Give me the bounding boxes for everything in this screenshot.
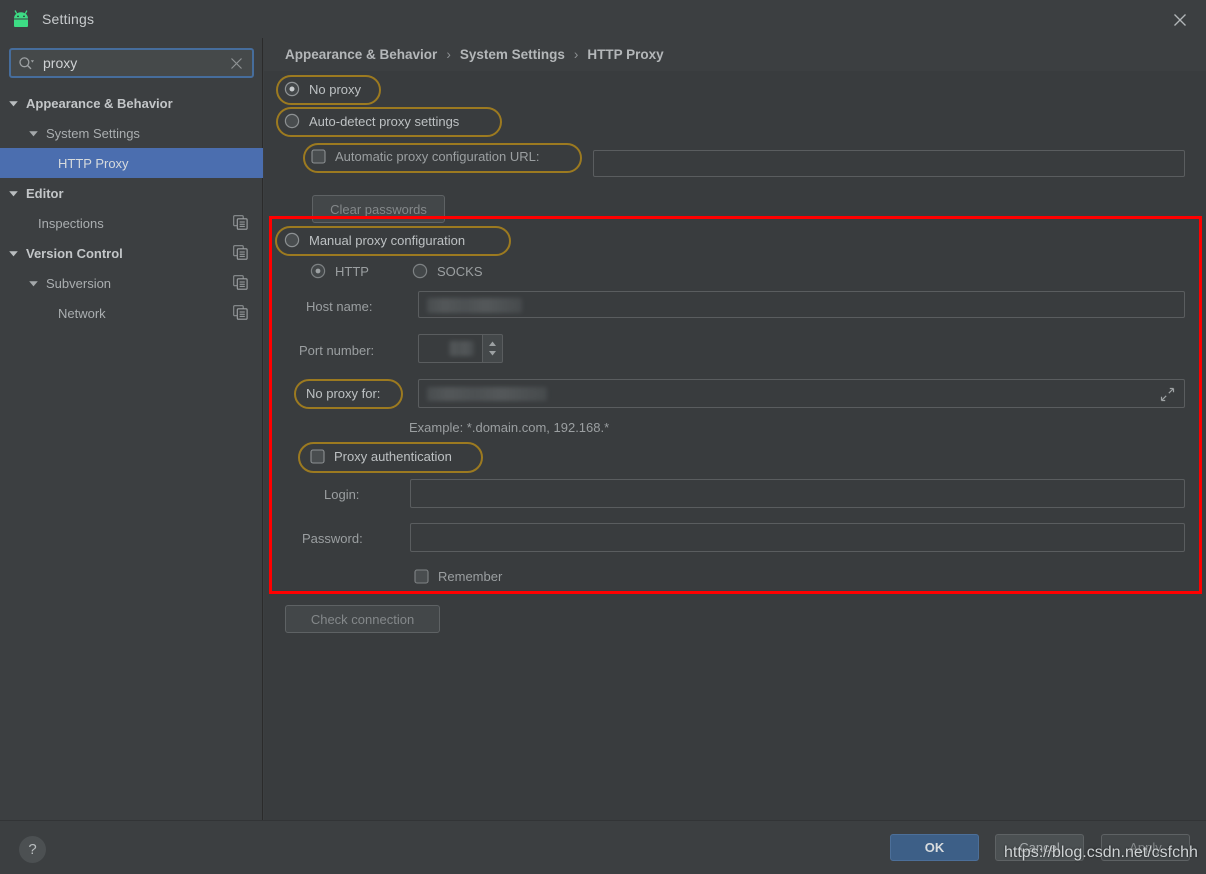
radio-socks[interactable] — [412, 263, 428, 279]
clear-icon[interactable] — [230, 57, 243, 70]
example-hint: Example: *.domain.com, 192.168.* — [409, 420, 610, 435]
no-proxy-for-redacted-value — [427, 387, 547, 401]
no-proxy-label: No proxy — [309, 81, 362, 97]
remember-label: Remember — [438, 569, 503, 584]
apply-label: Apply — [1129, 840, 1162, 855]
no-proxy-for-label-row: No proxy for: — [306, 386, 380, 401]
chevron-down-icon[interactable] — [28, 128, 39, 139]
expand-icon[interactable] — [1160, 387, 1175, 402]
main-panel: Appearance & Behavior › System Settings … — [264, 38, 1206, 820]
search-icon — [19, 56, 34, 69]
sidebar-item-label: Appearance & Behavior — [26, 95, 173, 111]
host-name-label: Host name: — [306, 299, 373, 314]
radio-auto-detect[interactable] — [284, 113, 300, 129]
proxy-authentication-checkbox-row[interactable]: Proxy authentication — [310, 449, 452, 464]
title-bar: Settings — [0, 0, 1206, 38]
remember-checkbox-row[interactable]: Remember — [414, 569, 502, 584]
breadcrumb-part-2: System Settings — [459, 47, 565, 62]
copy-icon[interactable] — [233, 305, 248, 320]
breadcrumb: Appearance & Behavior › System Settings … — [264, 38, 1206, 71]
ok-label: OK — [924, 840, 945, 855]
sidebar-item-subversion[interactable]: Subversion — [0, 268, 263, 298]
check-connection-button[interactable]: Check connection — [285, 605, 440, 633]
breadcrumb-separator-2: › — [573, 47, 579, 62]
copy-icon[interactable] — [233, 275, 248, 290]
clear-passwords-label: Clear passwords — [330, 201, 427, 217]
copy-icon[interactable] — [233, 215, 248, 230]
sidebar-item-network[interactable]: Network — [0, 298, 263, 328]
check-connection-label: Check connection — [310, 611, 415, 627]
settings-tree: Appearance & Behavior System Settings HTTP… — [0, 88, 263, 328]
no-proxy-for-input[interactable] — [418, 379, 1185, 408]
chevron-down-icon[interactable] — [28, 278, 39, 289]
breadcrumb-separator-1: › — [446, 47, 451, 62]
clear-passwords-button[interactable]: Clear passwords — [312, 195, 445, 223]
port-number-label: Port number: — [299, 343, 375, 358]
sidebar-item-version-control[interactable]: Version Control — [0, 238, 263, 268]
stepper-arrows-icon — [489, 341, 496, 356]
chevron-down-icon[interactable] — [8, 98, 19, 109]
android-robot-icon — [14, 10, 28, 27]
sidebar-item-label: Version Control — [26, 245, 123, 261]
login-label: Login: — [324, 487, 360, 502]
copy-icon[interactable] — [233, 245, 248, 260]
checkbox-auto-config-url[interactable] — [311, 149, 326, 164]
cancel-label: Cancel — [1019, 840, 1060, 855]
chevron-down-icon[interactable] — [8, 188, 19, 199]
auto-config-url-checkbox-row[interactable]: Automatic proxy configuration URL: — [311, 149, 539, 164]
sidebar-item-appearance-behavior[interactable]: Appearance & Behavior — [0, 88, 263, 118]
port-number-stepper[interactable] — [483, 334, 503, 363]
login-input[interactable] — [410, 479, 1185, 508]
radio-no-proxy[interactable] — [284, 81, 300, 97]
cancel-button[interactable]: Cancel — [995, 834, 1084, 861]
password-input[interactable] — [410, 523, 1185, 552]
window-title: Settings — [42, 11, 95, 27]
auto-config-url-input[interactable] — [593, 150, 1185, 177]
sidebar-item-inspections[interactable]: Inspections — [0, 208, 263, 238]
port-number-input[interactable] — [418, 334, 483, 363]
auto-detect-label: Auto-detect proxy settings — [309, 113, 460, 129]
host-name-redacted-value — [427, 298, 522, 313]
sidebar-item-label: Inspections — [38, 215, 104, 231]
settings-dialog: Settings Appearance & Behavior System Set… — [0, 0, 1206, 874]
help-label: ? — [28, 841, 37, 858]
sidebar-item-label: Network — [58, 305, 106, 321]
password-label: Password: — [302, 531, 363, 546]
ok-button[interactable]: OK — [890, 834, 979, 861]
close-icon[interactable] — [1168, 8, 1192, 32]
checkbox-remember[interactable] — [414, 569, 429, 584]
http-radio-row[interactable]: HTTP — [310, 263, 369, 279]
manual-proxy-label: Manual proxy configuration — [309, 232, 466, 248]
no-proxy-for-label: No proxy for: — [306, 386, 381, 401]
sidebar-item-label: Subversion — [46, 275, 112, 291]
sidebar-item-editor[interactable]: Editor — [0, 178, 263, 208]
search-input[interactable] — [35, 55, 230, 71]
no-proxy-radio-row[interactable]: No proxy — [284, 81, 361, 97]
sidebar-item-http-proxy[interactable]: HTTP Proxy — [0, 148, 263, 178]
socks-label: SOCKS — [437, 263, 483, 279]
sidebar-item-label: System Settings — [46, 125, 140, 141]
host-name-input[interactable] — [418, 291, 1185, 318]
auto-config-url-label: Automatic proxy configuration URL: — [335, 149, 540, 164]
search-box[interactable] — [9, 48, 254, 78]
checkbox-proxy-authentication[interactable] — [310, 449, 325, 464]
sidebar-item-system-settings[interactable]: System Settings — [0, 118, 263, 148]
manual-proxy-radio-row[interactable]: Manual proxy configuration — [284, 232, 465, 248]
breadcrumb-part-1: Appearance & Behavior — [285, 47, 438, 62]
auto-detect-radio-row[interactable]: Auto-detect proxy settings — [284, 113, 459, 129]
chevron-down-icon[interactable] — [8, 248, 19, 259]
radio-manual-proxy[interactable] — [284, 232, 300, 248]
radio-http[interactable] — [310, 263, 326, 279]
settings-sidebar: Appearance & Behavior System Settings HTTP… — [0, 38, 263, 820]
sidebar-item-label: Editor — [26, 185, 64, 201]
apply-button[interactable]: Apply — [1101, 834, 1190, 861]
breadcrumb-part-3: HTTP Proxy — [587, 47, 664, 62]
proxy-authentication-label: Proxy authentication — [334, 449, 452, 464]
proxy-settings-form: No proxy Auto-detect proxy settings Auto… — [264, 71, 1206, 820]
port-number-redacted-value — [449, 341, 474, 356]
http-label: HTTP — [335, 263, 369, 279]
help-button[interactable]: ? — [19, 836, 46, 863]
sidebar-item-label: HTTP Proxy — [58, 155, 129, 171]
socks-radio-row[interactable]: SOCKS — [412, 263, 483, 279]
